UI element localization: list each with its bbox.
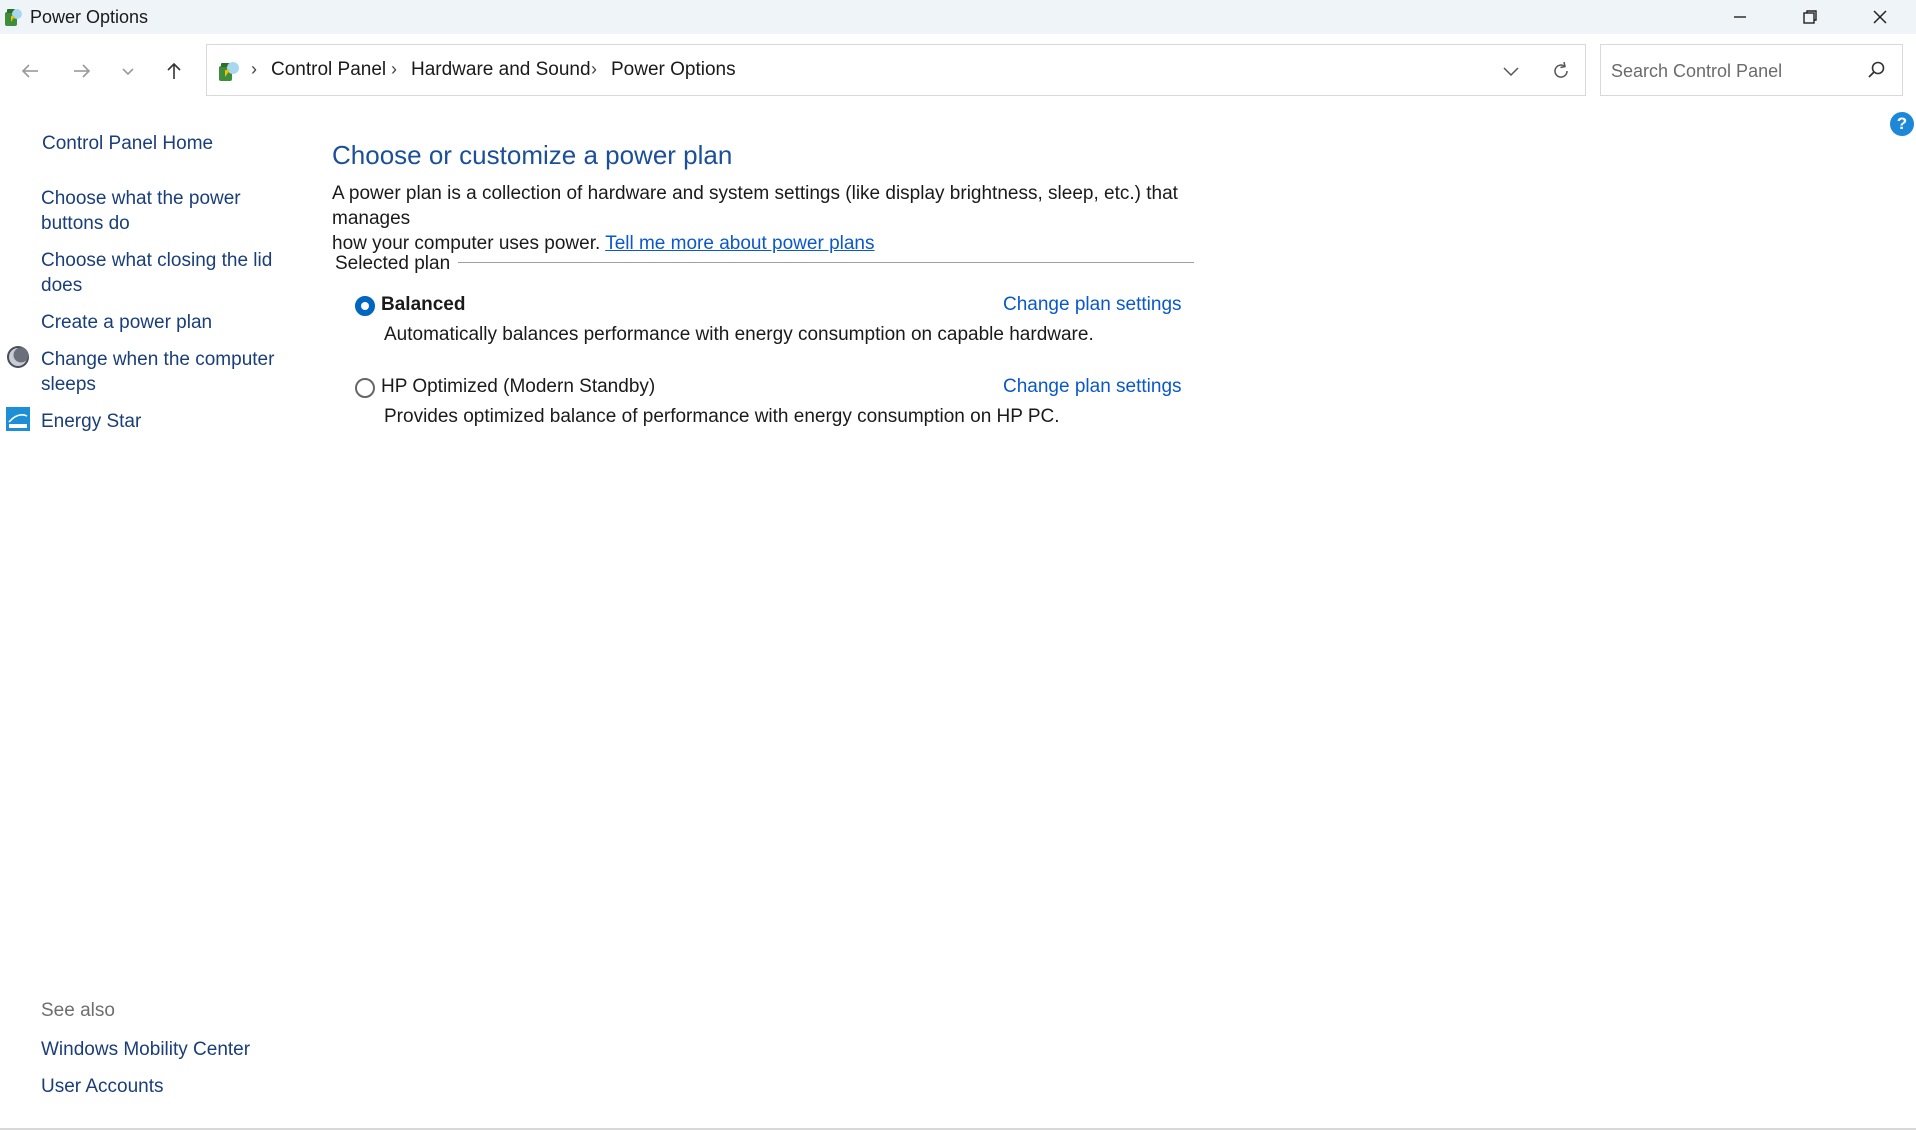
plan-name-hp-optimized[interactable]: HP Optimized (Modern Standby) xyxy=(381,376,655,398)
sidebar-link-label: does xyxy=(41,275,83,296)
chevron-down-icon xyxy=(1503,67,1519,77)
close-icon xyxy=(1873,10,1887,24)
plan-description-hp-optimized: Provides optimized balance of performanc… xyxy=(384,406,1060,427)
restore-icon xyxy=(1803,10,1817,24)
search-input[interactable] xyxy=(1609,55,1853,87)
title-bar: Power Options xyxy=(0,0,1916,34)
breadcrumb-separator: › xyxy=(591,59,597,79)
search-box xyxy=(1600,44,1903,96)
control-panel-location-icon xyxy=(219,62,239,81)
minimize-icon xyxy=(1734,16,1746,18)
selected-plan-label: Selected plan xyxy=(335,253,459,275)
sidebar-link-label: Energy Star xyxy=(41,411,142,432)
sidebar-link-energy-star[interactable]: Energy Star xyxy=(41,409,141,434)
refresh-icon xyxy=(1554,61,1568,78)
refresh-button[interactable] xyxy=(1547,57,1575,85)
plan-radio-balanced[interactable] xyxy=(355,296,375,316)
sidebar-link-closing-lid[interactable]: Choose what closing the lid does xyxy=(41,248,272,298)
see-also-heading: See also xyxy=(41,1000,115,1021)
page-title: Choose or customize a power plan xyxy=(332,140,733,170)
see-also-user-accounts[interactable]: User Accounts xyxy=(41,1074,164,1099)
back-arrow-icon xyxy=(21,64,38,78)
breadcrumb-separator: › xyxy=(391,59,397,79)
moon-sleep-icon xyxy=(7,346,29,368)
breadcrumb-power-options[interactable]: Power Options xyxy=(611,59,736,81)
description-text: how your computer uses power. xyxy=(332,233,601,254)
page-description: A power plan is a collection of hardware… xyxy=(332,181,1232,256)
sidebar-link-computer-sleeps[interactable]: Change when the computer sleeps xyxy=(41,347,274,397)
minimize-button[interactable] xyxy=(1705,0,1775,34)
power-options-icon xyxy=(5,9,22,26)
sidebar-link-create-power-plan[interactable]: Create a power plan xyxy=(41,310,212,335)
forward-button[interactable] xyxy=(64,54,100,88)
sidebar-link-label: Choose what the power xyxy=(41,188,241,209)
sidebar-link-label: Choose what closing the lid xyxy=(41,250,273,271)
restore-button[interactable] xyxy=(1775,0,1845,34)
sidebar-link-power-buttons[interactable]: Choose what the power buttons do xyxy=(41,186,241,236)
search-icon[interactable] xyxy=(1866,59,1888,81)
up-arrow-icon xyxy=(167,62,181,79)
control-panel-home-link[interactable]: Control Panel Home xyxy=(42,131,213,156)
energy-star-icon xyxy=(6,407,30,431)
breadcrumb-hardware-and-sound[interactable]: Hardware and Sound xyxy=(411,59,591,81)
window-title: Power Options xyxy=(30,7,149,27)
chevron-down-icon xyxy=(122,68,134,76)
recent-locations-button[interactable] xyxy=(110,54,146,88)
sidebar-link-label: Change when the computer xyxy=(41,349,275,370)
plan-radio-hp-optimized[interactable] xyxy=(355,378,375,398)
help-icon[interactable]: ? xyxy=(1890,112,1914,136)
see-also-windows-mobility-center[interactable]: Windows Mobility Center xyxy=(41,1037,250,1062)
sidebar-link-label: sleeps xyxy=(41,374,96,395)
change-plan-settings-balanced[interactable]: Change plan settings xyxy=(1003,294,1182,316)
group-divider xyxy=(452,262,1194,263)
up-button[interactable] xyxy=(156,54,192,88)
address-dropdown-button[interactable] xyxy=(1497,57,1525,85)
breadcrumb-control-panel[interactable]: Control Panel xyxy=(271,59,386,81)
plan-description-balanced: Automatically balances performance with … xyxy=(384,324,1094,345)
plan-name-balanced[interactable]: Balanced xyxy=(381,294,465,316)
tell-me-more-link[interactable]: Tell me more about power plans xyxy=(605,233,874,254)
breadcrumb-separator: › xyxy=(251,59,257,79)
address-bar[interactable]: › Control Panel › Hardware and Sound › P… xyxy=(206,44,1586,96)
back-button[interactable] xyxy=(12,54,48,88)
description-text: A power plan is a collection of hardware… xyxy=(332,183,1178,229)
change-plan-settings-hp-optimized[interactable]: Change plan settings xyxy=(1003,376,1182,398)
sidebar-link-label: Create a power plan xyxy=(41,312,213,333)
forward-arrow-icon xyxy=(74,64,91,78)
sidebar-link-label: buttons do xyxy=(41,213,130,234)
close-button[interactable] xyxy=(1845,0,1915,34)
